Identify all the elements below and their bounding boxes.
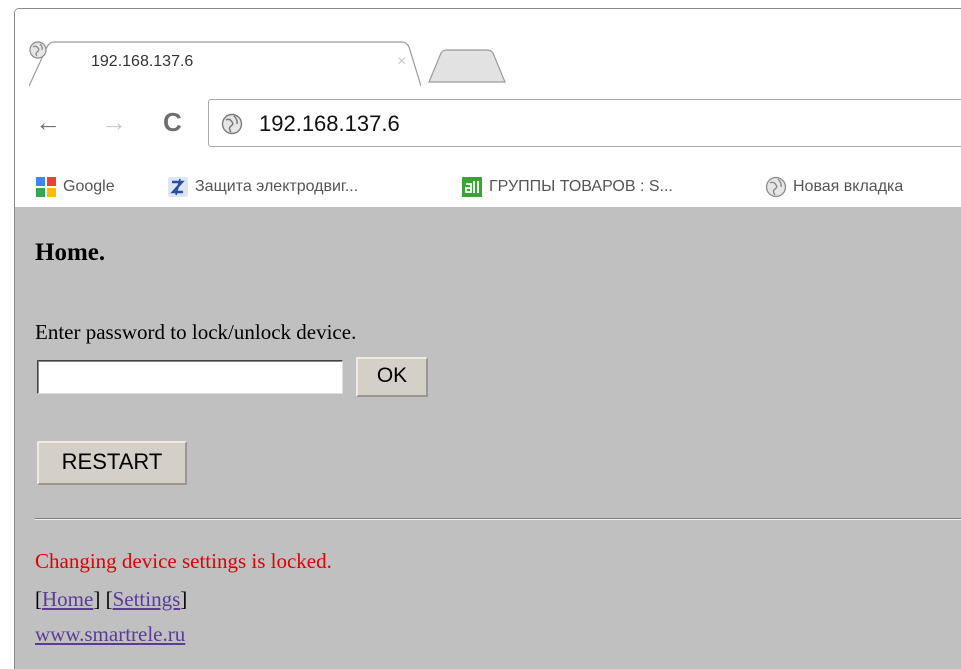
google-icon: [36, 177, 56, 197]
url-text: 192.168.137.6: [259, 111, 400, 136]
settings-link[interactable]: Settings: [113, 587, 181, 611]
bookmark-label: Защита электродвиг...: [195, 178, 359, 195]
tab-strip: 192.168.137.6 ×: [15, 9, 961, 91]
browser-tab[interactable]: 192.168.137.6 ×: [29, 41, 421, 86]
website-link[interactable]: www.smartrele.ru: [35, 622, 185, 647]
home-link[interactable]: Home: [42, 587, 93, 611]
page-content: Home. Enter password to lock/unlock devi…: [15, 207, 961, 669]
tab-shape: [29, 41, 421, 86]
page-title: Home.: [35, 239, 106, 266]
ok-button[interactable]: OK: [356, 357, 428, 397]
green-app-icon: [462, 177, 482, 197]
toolbar: ← → C 192.168.137.6: [15, 89, 961, 165]
bookmark-z-icon: [168, 177, 188, 197]
bookmark-google[interactable]: Google: [35, 175, 115, 199]
tab-title: 192.168.137.6: [91, 53, 194, 70]
password-prompt: Enter password to lock/unlock device.: [35, 320, 357, 344]
nav-links: [Home] [Settings]: [35, 587, 187, 612]
bracket: [: [35, 587, 42, 611]
bookmarks-bar: Google Защита электродвиг... ГРУППЫ ТОВА…: [15, 165, 961, 209]
globe-icon: [221, 113, 243, 135]
back-arrow-icon[interactable]: ←: [35, 109, 61, 135]
tab-close-icon[interactable]: ×: [397, 53, 406, 71]
bookmark-label: Новая вкладка: [793, 178, 904, 195]
address-bar[interactable]: 192.168.137.6: [208, 99, 961, 147]
bookmark-motor-protection[interactable]: Защита электродвиг...: [167, 175, 358, 199]
bookmark-product-groups[interactable]: ГРУППЫ ТОВАРОВ : S...: [461, 175, 673, 199]
globe-icon: [29, 41, 47, 59]
forward-arrow-icon[interactable]: →: [101, 109, 127, 135]
lock-status-message: Changing device settings is locked.: [35, 549, 332, 573]
password-input[interactable]: [37, 360, 343, 394]
new-tab-button[interactable]: [427, 49, 507, 83]
bookmark-label: Google: [63, 178, 115, 195]
globe-icon: [765, 176, 787, 198]
bracket: [: [105, 587, 113, 611]
browser-window: 192.168.137.6 × ← → C 192.168.137.6 Goog…: [14, 8, 961, 669]
divider: [35, 518, 961, 520]
restart-button[interactable]: RESTART: [37, 441, 187, 485]
bracket: ]: [180, 587, 188, 611]
reload-icon[interactable]: C: [163, 109, 182, 135]
bookmark-label: ГРУППЫ ТОВАРОВ : S...: [489, 178, 673, 195]
bookmark-new-tab[interactable]: Новая вкладка: [765, 175, 903, 199]
